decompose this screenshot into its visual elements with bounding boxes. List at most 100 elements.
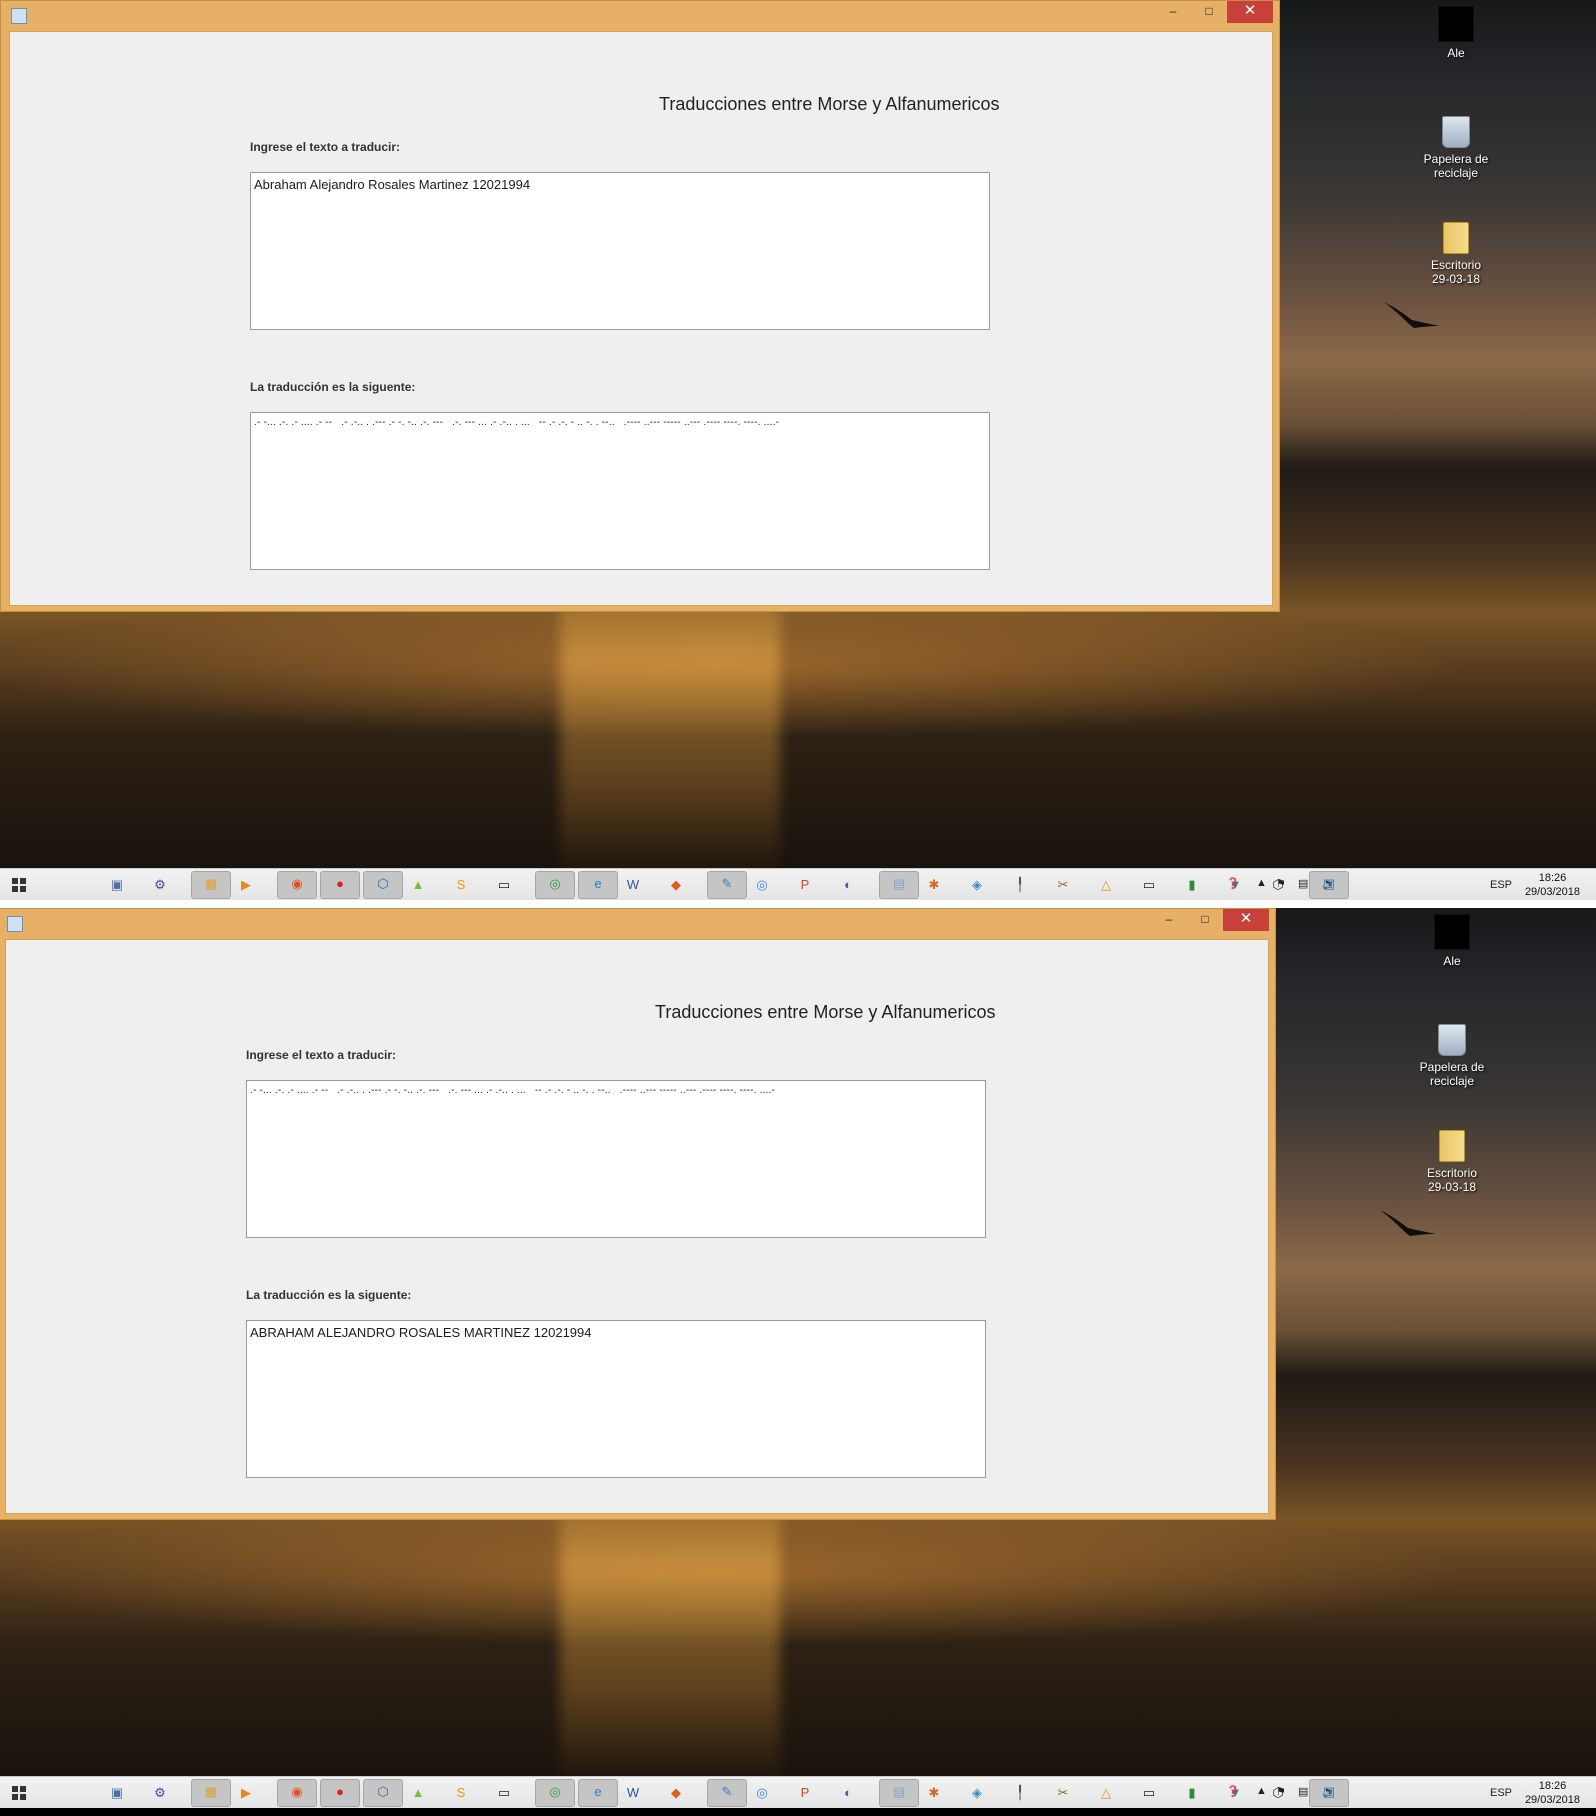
brackets-icon[interactable]: W xyxy=(621,873,645,897)
opera-icon[interactable]: ◉ xyxy=(277,871,317,899)
tools-icon[interactable]: ╿ xyxy=(1008,1781,1032,1805)
app-window[interactable]: – □ ✕ Traducciones entre Morse y Alfanum… xyxy=(0,0,1280,612)
word-icon[interactable]: e xyxy=(578,1779,618,1807)
flag-icon[interactable]: ⚑ xyxy=(1276,877,1286,890)
desktop-icon-label: Papelera de xyxy=(1419,1060,1485,1074)
cortana-icon[interactable]: ✎ xyxy=(707,871,747,899)
eclipse-icon[interactable]: P xyxy=(793,1781,817,1805)
network-icon[interactable] xyxy=(62,1781,86,1805)
minimize-button[interactable]: – xyxy=(1155,1,1191,23)
output-textarea[interactable]: ABRAHAM ALEJANDRO ROSALES MARTINEZ 12021… xyxy=(246,1320,986,1478)
maximize-button[interactable]: □ xyxy=(1187,909,1223,931)
desktop-icon-folder[interactable]: Escritorio 29-03-18 xyxy=(1413,222,1499,286)
virtualbox-icon[interactable]: ● xyxy=(320,871,360,899)
start-icon[interactable] xyxy=(12,1786,26,1800)
opera-icon[interactable]: ◉ xyxy=(277,1779,317,1807)
ie-icon[interactable]: ◎ xyxy=(535,1779,575,1807)
java-icon[interactable]: ▮ xyxy=(1180,873,1204,897)
clock[interactable]: 18:26 29/03/2018 xyxy=(1525,1779,1580,1807)
terminal-icon[interactable]: △ xyxy=(1094,1781,1118,1805)
java-icon[interactable]: ▮ xyxy=(1180,1781,1204,1805)
desktop-icon-recycle-bin[interactable]: Papelera de reciclaje xyxy=(1413,114,1499,180)
bird-silhouette xyxy=(1384,302,1440,328)
chrome-icon[interactable]: ▭ xyxy=(492,1781,516,1805)
eclipse-icon[interactable]: P xyxy=(793,873,817,897)
recycle-bin-icon xyxy=(1438,1024,1466,1056)
brackets-icon[interactable]: W xyxy=(621,1781,645,1805)
terminal-icon[interactable]: △ xyxy=(1094,873,1118,897)
close-button[interactable]: ✕ xyxy=(1227,1,1273,23)
cmd-icon[interactable]: S xyxy=(449,873,473,897)
settings-icon[interactable]: ▣ xyxy=(105,873,129,897)
desktop-icon-label: Ale xyxy=(1447,46,1465,60)
window-titlebar[interactable]: – □ ✕ xyxy=(1,1,1279,29)
desktop-icon-folder[interactable]: Escritorio 29-03-18 xyxy=(1409,1130,1495,1194)
help-icon[interactable]: ❓ xyxy=(1226,877,1240,890)
minimize-button[interactable]: – xyxy=(1151,909,1187,931)
settings-icon[interactable]: ▣ xyxy=(105,1781,129,1805)
flag-icon[interactable]: ⚑ xyxy=(1276,1785,1286,1798)
start-icon[interactable] xyxy=(12,878,26,892)
sublime-icon[interactable]: ▲ xyxy=(406,1781,430,1805)
pen-icon[interactable]: ◈ xyxy=(965,873,989,897)
window-titlebar[interactable]: – □ ✕ xyxy=(0,909,1275,937)
xampp-icon[interactable]: ▤ xyxy=(879,871,919,899)
battery-app-icon[interactable]: ▭ xyxy=(1137,873,1161,897)
input-textarea[interactable]: Abraham Alejandro Rosales Martinez 12021… xyxy=(250,172,990,330)
netbeans-icon[interactable]: ✱ xyxy=(922,873,946,897)
desktop-icon-ale[interactable]: Ale xyxy=(1413,6,1499,60)
file-explorer-icon[interactable]: ⚙ xyxy=(148,873,172,897)
output-textarea[interactable]: .- -... .-. .- .... .- -- .- .-.. . .---… xyxy=(250,412,990,570)
volume-icon[interactable]: 🔈 xyxy=(1322,1785,1336,1798)
geogebra-icon[interactable]: ✂ xyxy=(1051,873,1075,897)
network-tray-icon[interactable]: ▤ xyxy=(1298,1785,1308,1798)
firefox-icon[interactable]: ▶ xyxy=(234,1781,258,1805)
virtualbox-icon[interactable]: ● xyxy=(320,1779,360,1807)
xampp-icon[interactable]: ▤ xyxy=(879,1779,919,1807)
clock[interactable]: 18:26 29/03/2018 xyxy=(1525,871,1580,899)
help-icon[interactable]: ❓ xyxy=(1226,1785,1240,1798)
media-player-icon[interactable]: ▦ xyxy=(191,871,231,899)
netbeans-icon[interactable]: ✱ xyxy=(922,1781,946,1805)
ie-icon[interactable]: ◎ xyxy=(535,871,575,899)
language-indicator[interactable]: ESP xyxy=(1490,1787,1512,1799)
file-explorer-icon[interactable]: ⚙ xyxy=(148,1781,172,1805)
chevron-up-icon[interactable]: ▲ xyxy=(1256,1785,1267,1797)
notepad-icon[interactable]: ◐ xyxy=(836,873,860,897)
geogebra-icon[interactable]: ✂ xyxy=(1051,1781,1075,1805)
sublime-icon[interactable]: ▲ xyxy=(406,873,430,897)
black-square-icon xyxy=(1434,914,1470,950)
desktop-icon-recycle-bin[interactable]: Papelera de reciclaje xyxy=(1409,1022,1495,1088)
language-indicator[interactable]: ESP xyxy=(1490,879,1512,891)
paint-icon[interactable]: ◆ xyxy=(664,1781,688,1805)
firefox-icon[interactable]: ▶ xyxy=(234,873,258,897)
android-studio-icon[interactable]: ⬡ xyxy=(363,871,403,899)
volume-icon[interactable]: 🔈 xyxy=(1322,877,1336,890)
android-studio-icon[interactable]: ⬡ xyxy=(363,1779,403,1807)
chevron-up-icon[interactable]: ▲ xyxy=(1256,877,1267,889)
media-player-icon[interactable]: ▦ xyxy=(191,1779,231,1807)
clock-time: 18:26 xyxy=(1538,1780,1567,1792)
screenshot-divider xyxy=(0,900,1596,908)
word-icon[interactable]: e xyxy=(578,871,618,899)
network-tray-icon[interactable]: ▤ xyxy=(1298,877,1308,890)
battery-app-icon[interactable]: ▭ xyxy=(1137,1781,1161,1805)
cortana-icon[interactable]: ✎ xyxy=(707,1779,747,1807)
maximize-button[interactable]: □ xyxy=(1191,1,1227,23)
pen-icon[interactable]: ◈ xyxy=(965,1781,989,1805)
desktop-icon-ale[interactable]: Ale xyxy=(1409,914,1495,968)
app-window[interactable]: – □ ✕ Traducciones entre Morse y Alfanum… xyxy=(0,908,1276,1520)
cmd-icon[interactable]: S xyxy=(449,1781,473,1805)
powerpoint-icon[interactable]: ◎ xyxy=(750,1781,774,1805)
input-textarea[interactable]: .- -... .-. .- .... .- -- .- .-.. . .---… xyxy=(246,1080,986,1238)
network-icon[interactable] xyxy=(62,873,86,897)
paint-icon[interactable]: ◆ xyxy=(664,873,688,897)
powerpoint-icon[interactable]: ◎ xyxy=(750,873,774,897)
page-title: Traducciones entre Morse y Alfanumericos xyxy=(655,1002,996,1022)
tools-icon[interactable]: ╿ xyxy=(1008,873,1032,897)
clock-time: 18:26 xyxy=(1538,872,1567,884)
chrome-icon[interactable]: ▭ xyxy=(492,873,516,897)
notepad-icon[interactable]: ◐ xyxy=(836,1781,860,1805)
close-button[interactable]: ✕ xyxy=(1223,909,1269,931)
clock-date: 29/03/2018 xyxy=(1524,1794,1580,1806)
